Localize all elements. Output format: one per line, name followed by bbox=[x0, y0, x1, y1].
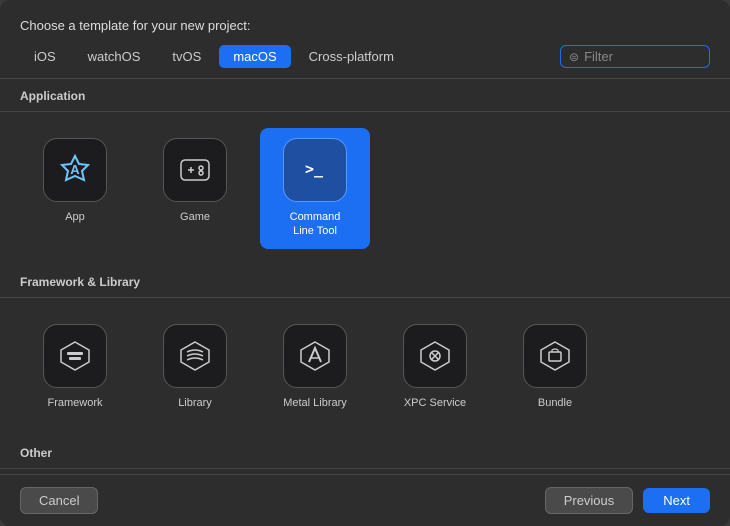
template-framework[interactable]: Framework bbox=[20, 314, 130, 420]
bundle-label: Bundle bbox=[538, 396, 572, 410]
template-bundle[interactable]: Bundle bbox=[500, 314, 610, 420]
filter-icon: ⊜ bbox=[569, 50, 579, 64]
next-button[interactable]: Next bbox=[643, 488, 710, 513]
library-icon bbox=[163, 324, 227, 388]
section-application: Application bbox=[0, 79, 730, 112]
metal-icon bbox=[283, 324, 347, 388]
template-metal-library[interactable]: Metal Library bbox=[260, 314, 370, 420]
game-label: Game bbox=[180, 210, 210, 224]
project-template-dialog: Choose a template for your new project: … bbox=[0, 0, 730, 526]
filter-input[interactable] bbox=[584, 49, 701, 64]
tab-tvos[interactable]: tvOS bbox=[158, 45, 215, 68]
tab-ios[interactable]: iOS bbox=[20, 45, 70, 68]
cancel-button[interactable]: Cancel bbox=[20, 487, 98, 514]
previous-button[interactable]: Previous bbox=[545, 487, 634, 514]
framework-label: Framework bbox=[47, 396, 102, 410]
filter-box: ⊜ bbox=[560, 45, 710, 68]
metal-label: Metal Library bbox=[283, 396, 347, 410]
cli-icon: >_ bbox=[283, 138, 347, 202]
tab-watchos[interactable]: watchOS bbox=[74, 45, 155, 68]
xpc-icon bbox=[403, 324, 467, 388]
app-label: App bbox=[65, 210, 85, 224]
section-framework: Framework & Library bbox=[0, 265, 730, 298]
dialog-title: Choose a template for your new project: bbox=[0, 0, 730, 45]
xpc-label: XPC Service bbox=[404, 396, 466, 410]
tab-macos[interactable]: macOS bbox=[219, 45, 290, 68]
tab-cross-platform[interactable]: Cross-platform bbox=[295, 45, 408, 68]
template-library[interactable]: Library bbox=[140, 314, 250, 420]
library-label: Library bbox=[178, 396, 212, 410]
template-content-area: Application A App bbox=[0, 78, 730, 475]
app-icon: A bbox=[43, 138, 107, 202]
template-xpc-service[interactable]: XPC Service bbox=[380, 314, 490, 420]
framework-grid: Framework Library bbox=[0, 298, 730, 436]
template-command-line-tool[interactable]: >_ CommandLine Tool bbox=[260, 128, 370, 249]
framework-icon bbox=[43, 324, 107, 388]
template-game[interactable]: Game bbox=[140, 128, 250, 249]
section-other: Other bbox=[0, 436, 730, 469]
platform-tab-bar: iOS watchOS tvOS macOS Cross-platform ⊜ bbox=[0, 45, 730, 78]
application-grid: A App Game bbox=[0, 112, 730, 265]
svg-text:A: A bbox=[70, 162, 80, 177]
dialog-footer: Cancel Previous Next bbox=[0, 475, 730, 526]
svg-text:>_: >_ bbox=[305, 160, 324, 178]
cli-label: CommandLine Tool bbox=[290, 210, 341, 239]
game-icon bbox=[163, 138, 227, 202]
bundle-icon bbox=[523, 324, 587, 388]
template-app[interactable]: A App bbox=[20, 128, 130, 249]
